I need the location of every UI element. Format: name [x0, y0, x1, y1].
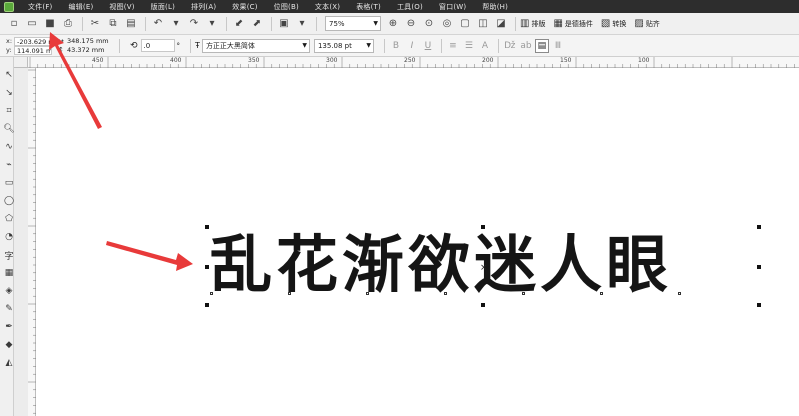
arrow-to-save-icon	[49, 32, 102, 129]
annotation-arrows	[49, 32, 193, 271]
arrow-to-text-object	[106, 241, 193, 271]
